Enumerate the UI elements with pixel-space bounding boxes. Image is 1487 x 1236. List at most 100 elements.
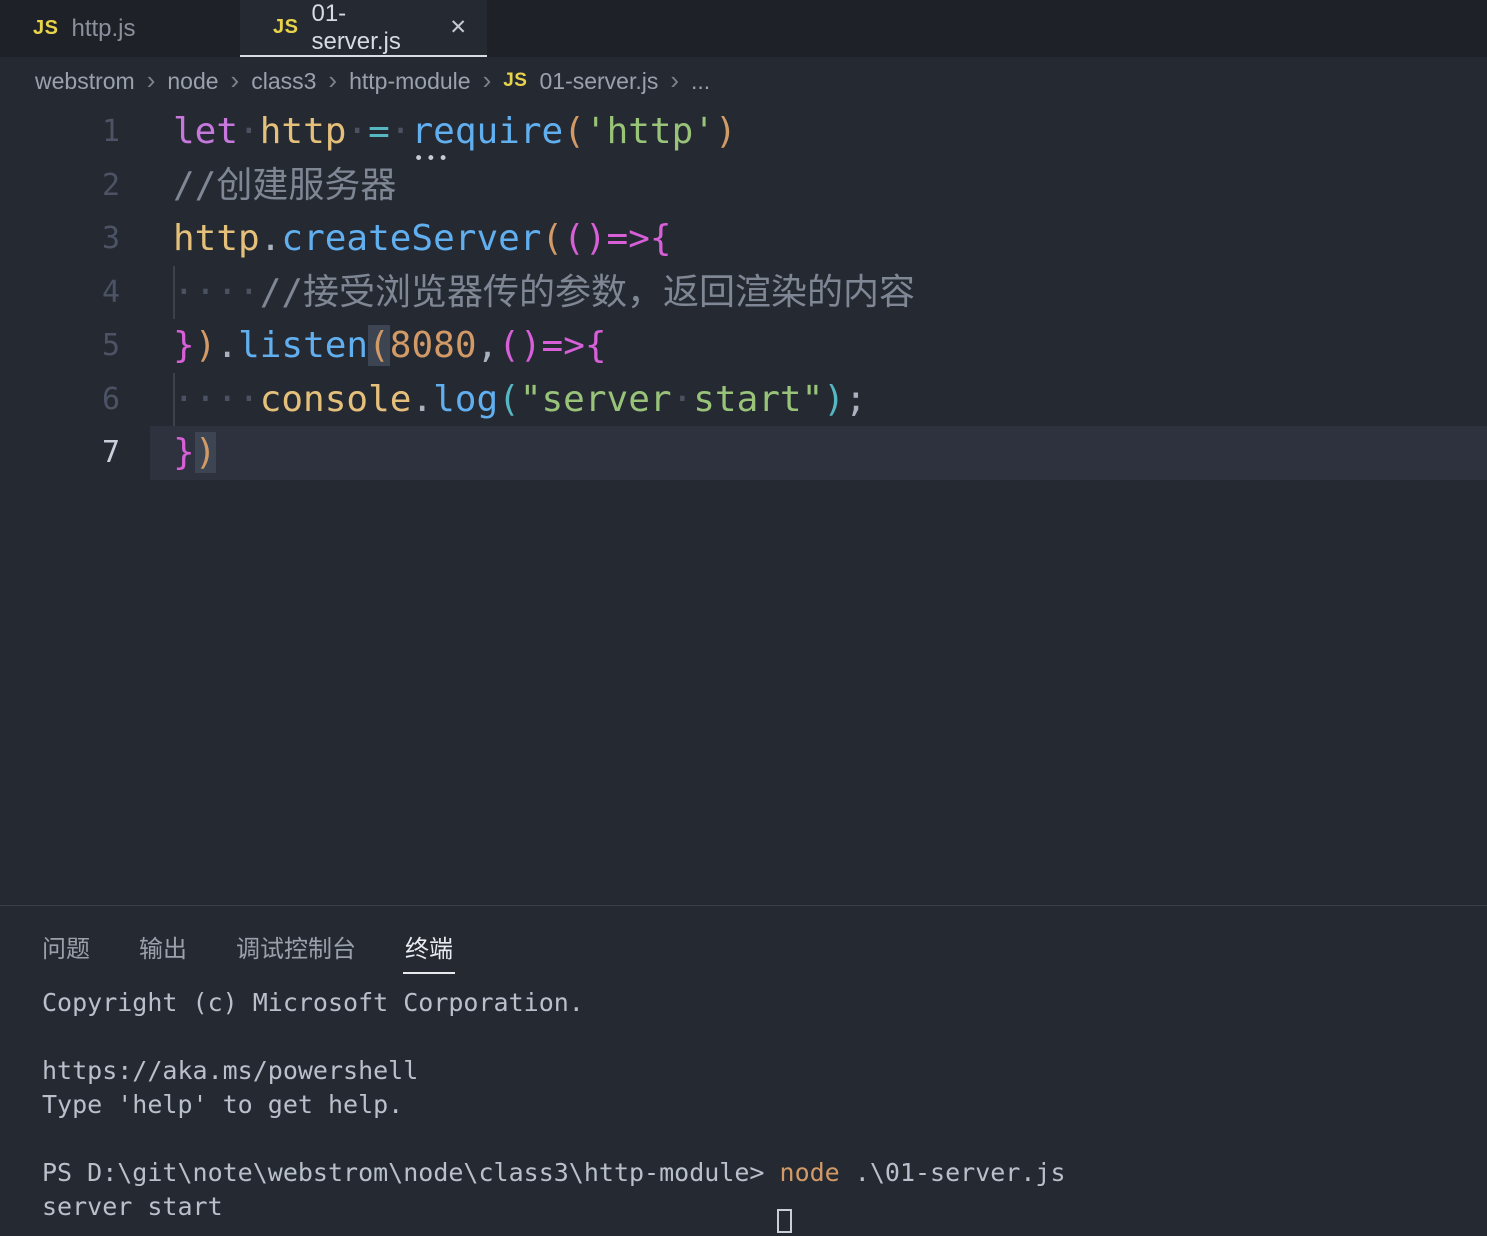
code-token: http bbox=[260, 111, 347, 152]
code-line[interactable]: 5}).listen(8080,()=>{ bbox=[0, 319, 1487, 373]
terminal-line: Type 'help' to get help. bbox=[42, 1088, 1487, 1122]
code-line[interactable]: 1let·http·=·require('http') bbox=[0, 105, 1487, 159]
tab-http-js[interactable]: JS http.js bbox=[0, 0, 240, 57]
code-token: "server bbox=[520, 379, 672, 420]
code-token: ( bbox=[563, 111, 585, 152]
code-line[interactable]: 2 //创建服务器 bbox=[0, 159, 1487, 213]
code-line-content[interactable]: }) bbox=[150, 426, 1487, 480]
chevron-right-icon: › bbox=[670, 65, 679, 96]
code-token: · bbox=[238, 111, 260, 152]
terminal-line bbox=[42, 1020, 1487, 1054]
code-token: console bbox=[260, 379, 412, 420]
terminal-line: Copyright (c) Microsoft Corporation. bbox=[42, 986, 1487, 1020]
chevron-right-icon: › bbox=[231, 65, 240, 96]
code-token: 'http' bbox=[585, 111, 715, 152]
terminal-line: https://aka.ms/powershell bbox=[42, 1054, 1487, 1088]
code-token: listen bbox=[238, 325, 368, 366]
code-editor[interactable]: 1let·http·=·require('http')2//创建服务器3http… bbox=[0, 105, 1487, 905]
code-token: () bbox=[563, 218, 606, 259]
code-line-content[interactable]: ····console.log("server·start"); bbox=[150, 373, 1487, 427]
code-token: require bbox=[411, 111, 563, 152]
code-token: ···· bbox=[173, 379, 260, 420]
code-token: => bbox=[542, 325, 585, 366]
terminal[interactable]: Copyright (c) Microsoft Corporation. http… bbox=[0, 981, 1487, 1236]
breadcrumb-item-http-module[interactable]: http-module bbox=[349, 68, 470, 95]
line-number: 4 bbox=[0, 266, 150, 320]
tab-label: http.js bbox=[71, 15, 135, 43]
code-token: , bbox=[477, 325, 499, 366]
code-token: . bbox=[216, 325, 238, 366]
code-token: createServer bbox=[281, 218, 541, 259]
code-token: ) bbox=[823, 379, 845, 420]
code-line[interactable]: 3http.createServer(()=>{ bbox=[0, 212, 1487, 266]
js-file-icon: JS bbox=[33, 17, 58, 40]
code-line-content[interactable]: //创建服务器 bbox=[150, 159, 1487, 213]
breadcrumb-item-node[interactable]: node bbox=[167, 68, 218, 95]
panel-tab-bar: 问题输出调试控制台终端 bbox=[0, 906, 1487, 981]
breadcrumb-item-more[interactable]: ... bbox=[691, 68, 710, 95]
line-number: 7 bbox=[0, 426, 150, 480]
tab-label: 01-server.js bbox=[311, 0, 426, 56]
code-token: ( bbox=[498, 379, 520, 420]
chevron-right-icon: › bbox=[328, 65, 337, 96]
line-number: 3 bbox=[0, 212, 150, 266]
chevron-right-icon: › bbox=[483, 65, 492, 96]
code-token: . bbox=[411, 379, 433, 420]
code-line[interactable]: 7}) bbox=[0, 426, 1487, 480]
terminal-text: server start bbox=[42, 1192, 223, 1221]
code-token: · bbox=[672, 379, 694, 420]
code-token: ) bbox=[195, 432, 217, 473]
code-token: . bbox=[260, 218, 282, 259]
code-line-content[interactable]: }).listen(8080,()=>{ bbox=[150, 319, 1487, 373]
js-file-icon: JS bbox=[273, 16, 298, 39]
code-token: //接受浏览器传的参数，返回渲染的内容 bbox=[260, 272, 915, 313]
code-token: ) bbox=[715, 111, 737, 152]
code-line-content[interactable]: let·http·=·require('http') bbox=[150, 105, 1487, 159]
terminal-text: PS D:\git\note\webstrom\node\class3\http… bbox=[42, 1158, 780, 1187]
js-file-icon: JS bbox=[503, 70, 527, 92]
breadcrumb-item-webstrom[interactable]: webstrom bbox=[35, 68, 135, 95]
line-number: 1 bbox=[0, 105, 150, 159]
code-token: start" bbox=[693, 379, 823, 420]
breadcrumb-item-file[interactable]: 01-server.js bbox=[539, 68, 658, 95]
line-number: 2 bbox=[0, 159, 150, 213]
code-line-content[interactable]: http.createServer(()=>{ bbox=[150, 212, 1487, 266]
panel-tab-debug-console[interactable]: 调试控制台 bbox=[234, 913, 358, 974]
editor-tab-bar: JS http.js JS 01-server.js ✕ bbox=[0, 0, 1487, 57]
close-icon[interactable]: ✕ bbox=[449, 15, 467, 40]
code-line[interactable]: 4····//接受浏览器传的参数，返回渲染的内容 bbox=[0, 266, 1487, 320]
code-token: · bbox=[390, 111, 412, 152]
code-token: } bbox=[173, 432, 195, 473]
breadcrumb-item-class3[interactable]: class3 bbox=[251, 68, 316, 95]
code-token: { bbox=[585, 325, 607, 366]
code-line-content[interactable]: ····//接受浏览器传的参数，返回渲染的内容 bbox=[150, 266, 1487, 320]
code-token: //创建服务器 bbox=[173, 165, 396, 206]
code-token: { bbox=[650, 218, 672, 259]
terminal-line: server start bbox=[42, 1190, 1487, 1224]
terminal-text: .\01-server.js bbox=[840, 1158, 1066, 1187]
code-token: 8080 bbox=[390, 325, 477, 366]
panel-tab-terminal[interactable]: 终端 bbox=[403, 913, 455, 974]
panel-tab-problems[interactable]: 问题 bbox=[40, 913, 92, 974]
tab-01-server-js[interactable]: JS 01-server.js ✕ bbox=[240, 0, 487, 57]
panel-tab-output[interactable]: 输出 bbox=[137, 913, 189, 974]
code-token: ; bbox=[845, 379, 867, 420]
code-token: let bbox=[173, 111, 238, 152]
code-token: = bbox=[368, 111, 390, 152]
chevron-right-icon: › bbox=[147, 65, 156, 96]
code-token: ( bbox=[368, 325, 390, 366]
line-number: 6 bbox=[0, 373, 150, 427]
code-token: } bbox=[173, 325, 195, 366]
vscode-window: { "tabs": [ {"label": "http.js", "icon":… bbox=[0, 0, 1487, 1227]
terminal-line: PS D:\git\note\webstrom\node\class3\http… bbox=[42, 1156, 1487, 1190]
line-number: 5 bbox=[0, 319, 150, 373]
code-token: ) bbox=[195, 325, 217, 366]
terminal-line bbox=[42, 1122, 1487, 1156]
code-token: ( bbox=[541, 218, 563, 259]
code-token: ···· bbox=[173, 272, 260, 313]
code-line[interactable]: 6····console.log("server·start"); bbox=[0, 373, 1487, 427]
code-token: · bbox=[346, 111, 368, 152]
code-token: http bbox=[173, 218, 260, 259]
terminal-text: https://aka.ms/powershell bbox=[42, 1056, 418, 1085]
code-token: => bbox=[607, 218, 650, 259]
